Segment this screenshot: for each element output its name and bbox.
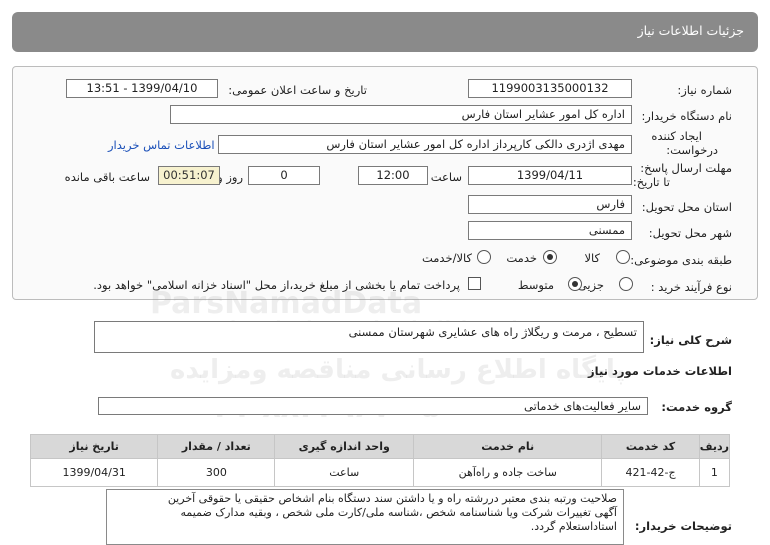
buyer-notes-line1: صلاحیت ورتبه بندی معتبر دررشته راه و یا … [167, 492, 617, 505]
cell-service-name: ساخت جاده و راه‌آهن [413, 458, 603, 487]
deadline-time-label: ساعت [430, 170, 462, 184]
category-radio-goods[interactable] [616, 250, 630, 264]
creator-label-line1: ایجاد کننده [651, 129, 702, 143]
process-radio-minor[interactable] [619, 277, 633, 291]
table-header-row: ردیف کد خدمت نام خدمت واحد اندازه گیری ت… [29, 434, 731, 459]
buyer-org-label: نام دستگاه خریدار: [641, 109, 732, 123]
cell-quantity: 300 [157, 458, 276, 487]
announce-date-field: 1399/04/10 - 13:51 [66, 79, 218, 98]
category-radio-goods-service[interactable] [477, 250, 491, 264]
service-group-field: سایر فعالیت‌های خدماتی [98, 397, 648, 415]
summary-field: تسطیح ، مرمت و ریگلاژ راه های عشایری شهر… [94, 321, 644, 353]
city-label: شهر محل تحویل: [648, 226, 732, 240]
remaining-time-label: ساعت باقی مانده [64, 170, 150, 184]
announce-date-label: تاریخ و ساعت اعلان عمومی: [228, 83, 367, 97]
treasury-bonds-checkbox[interactable] [468, 277, 481, 290]
cell-need-date: 1399/04/31 [29, 458, 159, 487]
category-option-service: خدمت [506, 251, 537, 265]
category-option-goods-service: کالا/خدمت [421, 251, 472, 265]
col-header-service-name: نام خدمت [413, 434, 603, 459]
days-label: روز و [217, 170, 243, 184]
summary-label: شرح کلی نیاز: [649, 333, 732, 347]
city-field: ممسنی [468, 221, 632, 240]
deadline-time-field: 12:00 [358, 166, 428, 185]
buyer-notes-field: صلاحیت ورتبه بندی معتبر دررشته راه و یا … [106, 489, 624, 545]
category-option-goods: کالا [584, 251, 600, 265]
province-field: فارس [468, 195, 632, 214]
page-title: جزئیات اطلاعات نیاز [637, 23, 744, 38]
table-row: 1 ج-42-421 ساخت جاده و راه‌آهن ساعت 300 … [29, 458, 731, 487]
process-label: نوع فرآیند خرید : [650, 280, 732, 294]
remaining-days-field: 0 [248, 166, 320, 185]
province-label: استان محل تحویل: [641, 200, 732, 214]
remaining-time-field: 00:51:07 [158, 166, 220, 185]
cell-row-no: 1 [698, 458, 731, 487]
deadline-label-line2: تا تاریخ: [632, 175, 670, 189]
need-number-field: 1199003135000132 [468, 79, 632, 98]
creator-label-line2: درخواست: [666, 143, 718, 157]
deadline-label-line1: مهلت ارسال پاسخ: [640, 161, 732, 175]
page-header: جزئیات اطلاعات نیاز [12, 12, 758, 52]
watermark-line3: پایگاه اطلاع رسانی مناقصه ومزایده [170, 355, 626, 385]
buyer-org-field: اداره کل امور عشایر استان فارس [170, 105, 632, 124]
process-radio-medium[interactable] [568, 277, 582, 291]
buyer-notes-line3: استاداستعلام گردد. [530, 520, 617, 533]
services-heading: اطلاعات خدمات مورد نیاز [588, 364, 732, 378]
col-header-unit: واحد اندازه گیری [274, 434, 415, 459]
col-header-code: کد خدمت [601, 434, 700, 459]
creator-field: مهدی اژدری دالکی کارپرداز اداره کل امور … [218, 135, 632, 154]
col-header-quantity: تعداد / مقدار [157, 434, 276, 459]
col-header-need-date: تاریخ نیاز [29, 434, 159, 459]
category-label: طبقه بندی موضوعی: [630, 253, 732, 267]
cell-code: ج-42-421 [601, 458, 700, 487]
need-number-label: شماره نیاز: [677, 83, 732, 97]
services-table: ردیف کد خدمت نام خدمت واحد اندازه گیری ت… [29, 434, 731, 487]
buyer-notes-line2: آگهی تغییرات شرکت ویا شناسنامه شخص ،شناس… [180, 506, 617, 519]
payment-note: پرداخت تمام یا بخشی از مبلغ خرید،از محل … [93, 278, 460, 292]
buyer-notes-label: توضیحات خریدار: [634, 519, 732, 533]
buyer-contact-link[interactable]: اطلاعات تماس خریدار [108, 138, 215, 152]
deadline-date-field: 1399/04/11 [468, 166, 632, 185]
col-header-row-no: ردیف [698, 434, 731, 459]
cell-unit: ساعت [274, 458, 415, 487]
process-option-medium: متوسط [517, 278, 554, 292]
service-group-label: گروه خدمت: [661, 400, 732, 414]
category-radio-service[interactable] [543, 250, 557, 264]
